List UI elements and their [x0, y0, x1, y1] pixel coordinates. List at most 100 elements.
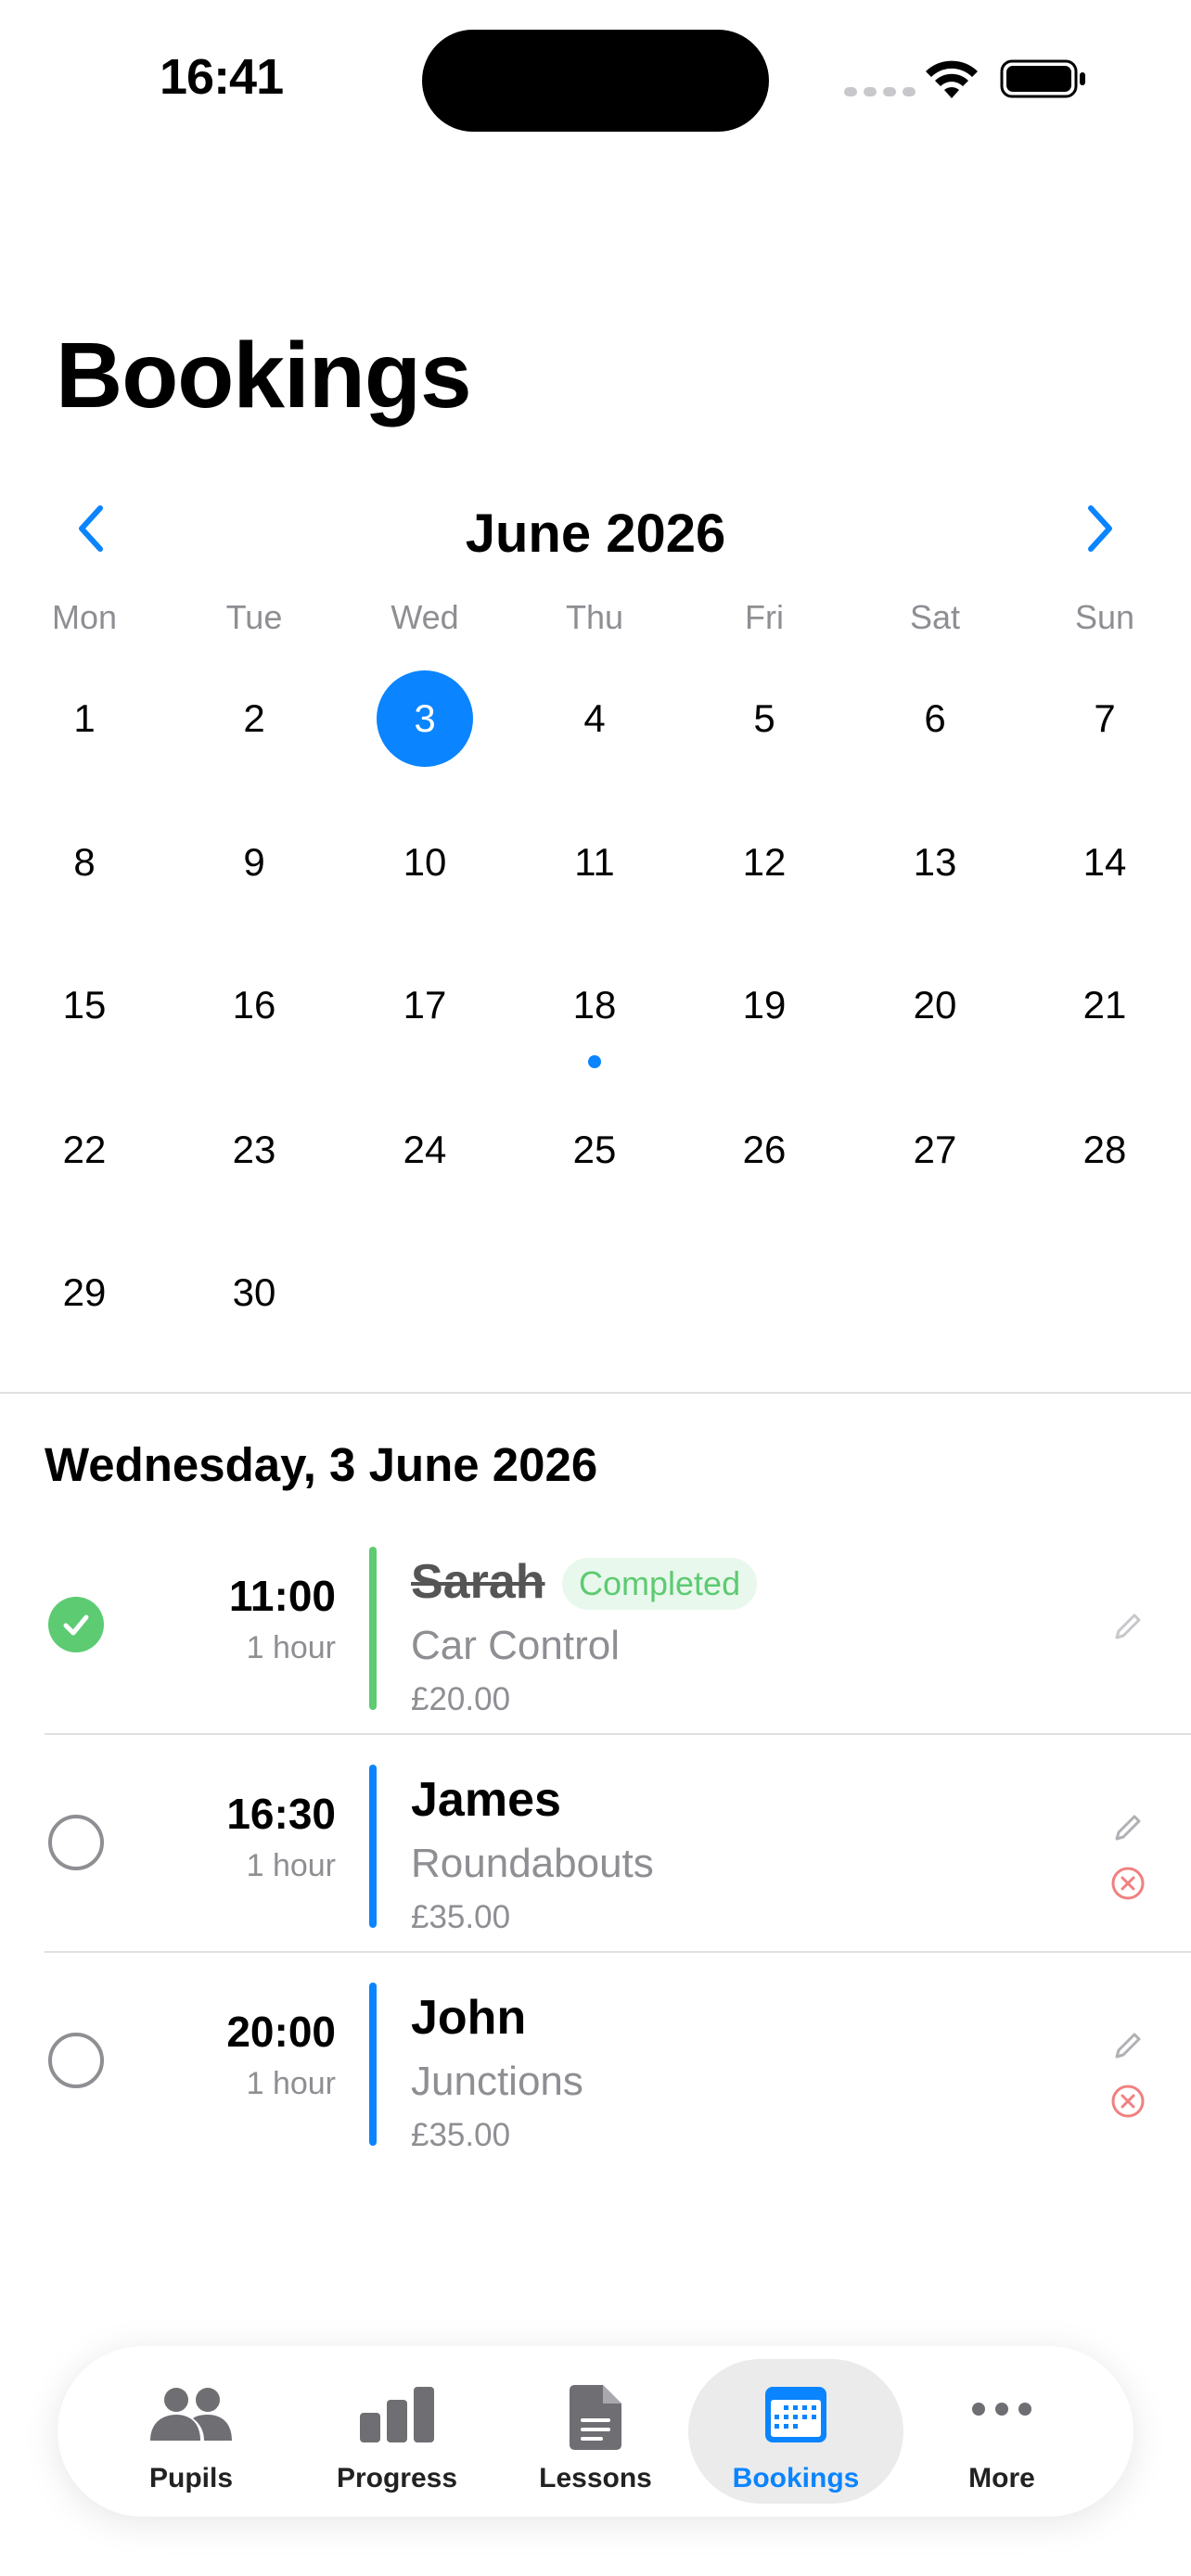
- booking-time: 11:00: [228, 1572, 336, 1620]
- booking-duration: 1 hour: [246, 1848, 336, 1883]
- booking-duration: 1 hour: [246, 1630, 336, 1665]
- status-time: 16:41: [160, 49, 284, 105]
- calendar-day[interactable]: 17: [377, 957, 473, 1053]
- people-icon: [150, 2388, 232, 2441]
- status-circle-icon[interactable]: [48, 2033, 104, 2088]
- calendar-day[interactable]: 21: [1057, 957, 1153, 1053]
- calendar-day[interactable]: 6: [887, 670, 983, 767]
- wifi-icon: [926, 60, 978, 98]
- booking-row[interactable]: 20:00 1 hour John Junctions £35.00: [0, 1964, 1191, 2168]
- calendar-day[interactable]: 1: [36, 670, 133, 767]
- next-month-button[interactable]: [1070, 499, 1130, 558]
- calendar-day[interactable]: 24: [377, 1102, 473, 1198]
- weekday-label: Wed: [391, 598, 459, 636]
- booking-price: £35.00: [411, 2117, 511, 2153]
- status-circle-icon[interactable]: [48, 1815, 104, 1870]
- booking-pupil-name: John: [411, 1991, 527, 2045]
- booking-price: £20.00: [411, 1681, 511, 1717]
- calendar-day[interactable]: 29: [36, 1244, 133, 1341]
- calendar-day[interactable]: 20: [887, 957, 983, 1053]
- calendar-day[interactable]: 14: [1057, 814, 1153, 911]
- calendar-day[interactable]: 12: [716, 814, 813, 911]
- calendar-day[interactable]: 13: [887, 814, 983, 911]
- calendar-day[interactable]: 19: [716, 957, 813, 1053]
- weekday-label: Sun: [1074, 598, 1135, 636]
- booking-status-bar: [369, 1547, 377, 1710]
- row-divider: [45, 1951, 1191, 1953]
- tab-label: Lessons: [539, 2463, 652, 2493]
- tab-label: Pupils: [148, 2463, 233, 2493]
- booking-duration: 1 hour: [246, 2066, 336, 2101]
- cancel-booking-icon[interactable]: [1109, 2083, 1146, 2120]
- booking-price: £35.00: [411, 1899, 511, 1935]
- cellular-signal-icon: [844, 87, 916, 96]
- calendar-day-selected[interactable]: 3: [377, 670, 473, 767]
- battery-icon: [1000, 59, 1085, 98]
- dynamic-island: [422, 30, 769, 132]
- cancel-booking-icon[interactable]: [1109, 1865, 1146, 1902]
- divider: [0, 1392, 1191, 1394]
- edit-pencil-icon[interactable]: [1109, 1608, 1146, 1645]
- weekday-label: Tue: [225, 598, 283, 636]
- weekday-label: Fri: [745, 598, 784, 636]
- weekday-label: Thu: [565, 598, 624, 636]
- bar-chart-icon: [360, 2387, 434, 2442]
- booking-status-bar: [369, 1765, 377, 1928]
- booking-lesson: Roundabouts: [411, 1841, 654, 1886]
- page-title: Bookings: [56, 324, 472, 427]
- calendar-day[interactable]: 7: [1057, 670, 1153, 767]
- calendar-day[interactable]: 30: [206, 1244, 302, 1341]
- booking-lesson: Junctions: [411, 2059, 583, 2104]
- weekday-label: Sat: [909, 598, 961, 636]
- booking-time: 16:30: [226, 1790, 336, 1838]
- document-icon: [570, 2385, 621, 2450]
- status-bar: 16:41: [0, 0, 1191, 158]
- calendar-day[interactable]: 23: [206, 1102, 302, 1198]
- booking-time: 20:00: [226, 2008, 336, 2056]
- calendar-day[interactable]: 28: [1057, 1102, 1153, 1198]
- calendar-day[interactable]: 8: [36, 814, 133, 911]
- tab-lessons[interactable]: Lessons: [488, 2359, 703, 2504]
- calendar-day[interactable]: 5: [716, 670, 813, 767]
- tab-progress[interactable]: Progress: [289, 2359, 505, 2504]
- tab-label: More: [968, 2463, 1035, 2493]
- edit-pencil-icon[interactable]: [1109, 2027, 1146, 2064]
- calendar-icon: [765, 2387, 826, 2442]
- booking-row[interactable]: 11:00 1 hour Sarah Completed Car Control…: [0, 1528, 1191, 1732]
- tab-label: Progress: [336, 2463, 458, 2493]
- selected-date-heading: Wednesday, 3 June 2026: [45, 1438, 598, 1491]
- calendar-day[interactable]: 22: [36, 1102, 133, 1198]
- calendar-header: June 2026: [0, 482, 1191, 575]
- booking-row[interactable]: 16:30 1 hour James Roundabouts £35.00: [0, 1746, 1191, 1950]
- calendar-day[interactable]: 16: [206, 957, 302, 1053]
- calendar-day[interactable]: 4: [546, 670, 643, 767]
- tab-bookings[interactable]: Bookings: [688, 2359, 903, 2504]
- weekday-label: Mon: [51, 598, 118, 636]
- row-divider: [45, 1733, 1191, 1735]
- ellipsis-icon: [972, 2403, 1031, 2416]
- calendar-day[interactable]: 25: [546, 1102, 643, 1198]
- chevron-left-icon: [79, 505, 103, 552]
- booking-status-bar: [369, 1983, 377, 2146]
- calendar-day[interactable]: 26: [716, 1102, 813, 1198]
- tab-more[interactable]: More: [894, 2359, 1109, 2504]
- chevron-right-icon: [1088, 505, 1112, 552]
- calendar-day[interactable]: 27: [887, 1102, 983, 1198]
- weekday-header-row: Mon Tue Wed Thu Fri Sat Sun: [0, 598, 1191, 644]
- edit-pencil-icon[interactable]: [1109, 1809, 1146, 1846]
- calendar-day[interactable]: 15: [36, 957, 133, 1053]
- tab-pupils[interactable]: Pupils: [83, 2359, 299, 2504]
- calendar-month-label: June 2026: [465, 504, 726, 564]
- booking-pupil-name: James: [411, 1773, 561, 1827]
- booking-indicator-dot: [588, 1055, 601, 1068]
- calendar-day[interactable]: 18: [546, 957, 643, 1053]
- calendar-day[interactable]: 2: [206, 670, 302, 767]
- previous-month-button[interactable]: [61, 499, 121, 558]
- tab-bar: Pupils Progress Lessons Bookings More: [58, 2346, 1133, 2517]
- calendar-day[interactable]: 11: [546, 814, 643, 911]
- completed-badge: Completed: [562, 1558, 758, 1610]
- completed-checkmark-icon[interactable]: [48, 1597, 104, 1652]
- calendar-day[interactable]: 9: [206, 814, 302, 911]
- booking-lesson: Car Control: [411, 1623, 620, 1668]
- calendar-day[interactable]: 10: [377, 814, 473, 911]
